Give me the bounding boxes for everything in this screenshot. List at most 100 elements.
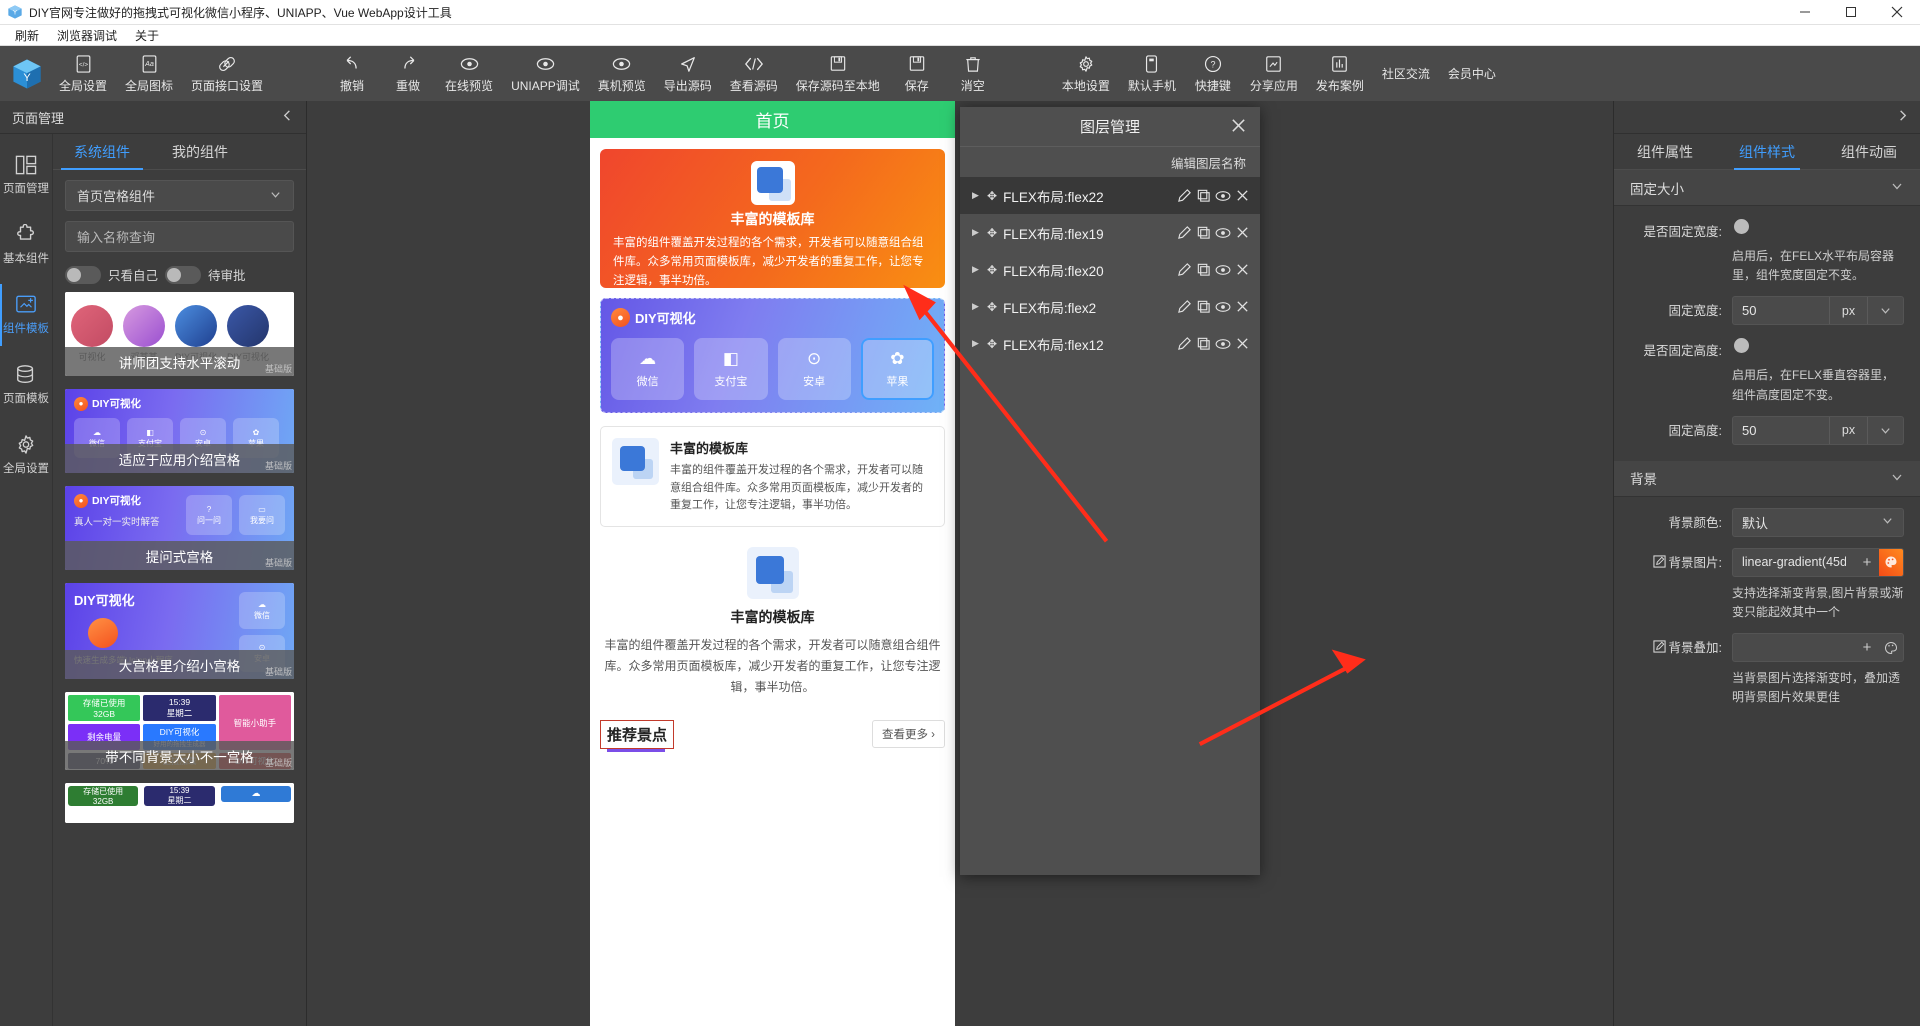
tool-undo[interactable]: 撤销	[324, 46, 380, 101]
edit-icon[interactable]	[1177, 262, 1192, 277]
background-color-select[interactable]: 默认	[1732, 507, 1904, 537]
fixed-height-input[interactable]	[1733, 416, 1829, 444]
layer-row[interactable]: ▶ ✥ FLEX布局:flex12	[960, 325, 1260, 362]
chevron-right-icon[interactable]: ▶	[972, 190, 981, 201]
move-icon[interactable]: ✥	[987, 263, 997, 277]
sidebar-item-component-templates[interactable]: 组件模板	[0, 280, 52, 350]
layer-row[interactable]: ▶ ✥ FLEX布局:flex20	[960, 251, 1260, 288]
palette-icon[interactable]	[1879, 548, 1903, 576]
grid-tile-android[interactable]: ⊙ 安卓	[777, 338, 851, 400]
eye-icon[interactable]	[1215, 264, 1231, 276]
copy-icon[interactable]	[1196, 188, 1211, 203]
move-icon[interactable]: ✥	[987, 337, 997, 351]
background-overlay-input[interactable]	[1733, 634, 1855, 662]
phone-preview-frame[interactable]: 首页 丰富的模板库 丰富的组件覆盖开发过程的各个需求，开发者可以随意组合组件库。…	[590, 101, 955, 1026]
palette-icon[interactable]	[1879, 634, 1903, 662]
move-icon[interactable]: ✥	[987, 226, 997, 240]
tool-clear[interactable]: 消空	[945, 46, 1001, 101]
edit-icon[interactable]	[1177, 336, 1192, 351]
link-member-center[interactable]: 会员中心	[1439, 46, 1505, 101]
tool-global-icons[interactable]: Aa 全局图标	[116, 46, 182, 101]
section-fixed-size[interactable]: 固定大小	[1614, 170, 1920, 206]
design-canvas[interactable]: 首页 丰富的模板库 丰富的组件覆盖开发过程的各个需求，开发者可以随意组合组件库。…	[307, 101, 1613, 1026]
add-icon[interactable]: +	[1855, 549, 1879, 576]
search-input[interactable]: 输入名称查询	[77, 227, 155, 246]
edit-icon[interactable]	[1652, 555, 1666, 568]
template-card[interactable]: 存储已使用 32GB 15:39 星期二 ☁	[65, 783, 294, 823]
section-background[interactable]: 背景	[1614, 460, 1920, 497]
chevron-right-icon[interactable]: ▶	[972, 264, 981, 275]
grid-tile-apple[interactable]: ✿ 苹果	[860, 338, 934, 400]
tool-save-source-local[interactable]: 保存源码至本地	[787, 46, 889, 101]
chevron-left-icon[interactable]	[281, 109, 294, 125]
chevron-right-icon[interactable]: ▶	[972, 338, 981, 349]
add-icon[interactable]: +	[1855, 634, 1879, 661]
tool-online-preview[interactable]: 在线预览	[436, 46, 502, 101]
tool-save[interactable]: 保存	[889, 46, 945, 101]
toggle-only-mine[interactable]	[65, 265, 101, 284]
menu-item-about[interactable]: 关于	[126, 25, 168, 46]
chevron-right-icon[interactable]: ▶	[972, 227, 981, 238]
sidebar-item-page-templates[interactable]: 页面模板	[0, 350, 52, 420]
chevron-right-icon[interactable]: ▶	[972, 301, 981, 312]
copy-icon[interactable]	[1196, 225, 1211, 240]
delete-icon[interactable]	[1235, 262, 1250, 277]
layer-row[interactable]: ▶ ✥ FLEX布局:flex22	[960, 177, 1260, 214]
tab-my-components[interactable]: 我的组件	[151, 134, 249, 169]
layer-row[interactable]: ▶ ✥ FLEX布局:flex19	[960, 214, 1260, 251]
template-card[interactable]: ● DIY可视化 真人一对一实时解答 ? 问一问 ▭ 我要问 提问式宫格 基础版	[65, 486, 294, 570]
tool-uniapp-debug[interactable]: UNIAPP调试	[502, 46, 589, 101]
eye-icon[interactable]	[1215, 227, 1231, 239]
category-select[interactable]: 首页宫格组件	[65, 180, 294, 211]
grid-tile-alipay[interactable]: ◧ 支付宝	[694, 338, 768, 400]
tab-system-components[interactable]: 系统组件	[53, 134, 151, 170]
template-list[interactable]: 可视化 邓某某 DIY可视化 DIY可视化 讲师团支持水平滚动 基础版	[53, 292, 306, 1026]
edit-icon[interactable]	[1652, 640, 1666, 653]
blue-grid-block[interactable]: ● DIY可视化 ☁ 微信 ◧ 支付宝 ⊙ 安卓 ✿ 苹果	[600, 298, 945, 413]
tool-redo[interactable]: 重做	[380, 46, 436, 101]
tool-default-phone[interactable]: 默认手机	[1119, 46, 1185, 101]
chevron-right-icon[interactable]	[1896, 109, 1909, 125]
copy-icon[interactable]	[1196, 299, 1211, 314]
template-card[interactable]: DIY可视化 快速生成多端Unipp小程序 ☁微信 ⊙安卓 大宫格里介绍小宫格	[65, 583, 294, 679]
edit-icon[interactable]	[1177, 188, 1192, 203]
tool-local-settings[interactable]: 本地设置	[1053, 46, 1119, 101]
copy-icon[interactable]	[1196, 262, 1211, 277]
template-card[interactable]: 存储已使用32GB 15:39星期二 智能小助手 剩余电量 DIY可视化好用的拖…	[65, 692, 294, 770]
maximize-button[interactable]	[1828, 0, 1874, 25]
tool-shortcuts[interactable]: ? 快捷键	[1185, 46, 1241, 101]
eye-icon[interactable]	[1215, 301, 1231, 313]
chevron-down-icon[interactable]	[1867, 297, 1903, 325]
view-more-button[interactable]: 查看更多 ›	[871, 720, 945, 749]
search-input-wrapper[interactable]: 输入名称查询	[65, 221, 294, 252]
tab-component-properties[interactable]: 组件属性	[1614, 134, 1716, 169]
tool-view-source[interactable]: 查看源码	[721, 46, 787, 101]
sidebar-item-global-settings[interactable]: 全局设置	[0, 420, 52, 490]
layer-row[interactable]: ▶ ✥ FLEX布局:flex2	[960, 288, 1260, 325]
chevron-down-icon[interactable]	[1867, 416, 1903, 444]
sidebar-item-basic-components[interactable]: 基本组件	[0, 210, 52, 280]
tool-publish-case[interactable]: 发布案例	[1307, 46, 1373, 101]
tool-device-preview[interactable]: 真机预览	[589, 46, 655, 101]
delete-icon[interactable]	[1235, 299, 1250, 314]
tool-share-app[interactable]: 分享应用	[1241, 46, 1307, 101]
minimize-button[interactable]	[1782, 0, 1828, 25]
template-card[interactable]: ● DIY可视化 ☁微信 ◧支付宝 ⊙安卓 ✿苹果 适应于应用介绍宫格	[65, 389, 294, 473]
grid-tile-wechat[interactable]: ☁ 微信	[611, 338, 685, 400]
close-icon[interactable]	[1230, 117, 1247, 137]
link-community[interactable]: 社区交流	[1373, 46, 1439, 101]
close-button[interactable]	[1874, 0, 1920, 25]
menu-item-refresh[interactable]: 刷新	[6, 25, 48, 46]
fixed-width-input[interactable]	[1733, 297, 1829, 325]
eye-icon[interactable]	[1215, 190, 1231, 202]
layer-management-dialog[interactable]: 图层管理 编辑图层名称 ▶ ✥ FLEX布局:flex22 ▶ ✥ FLEX布局…	[960, 107, 1260, 875]
sidebar-item-page-management[interactable]: 页面管理	[0, 140, 52, 210]
delete-icon[interactable]	[1235, 336, 1250, 351]
section-header[interactable]: 推荐景点 查看更多 ›	[600, 719, 945, 752]
edit-icon[interactable]	[1177, 225, 1192, 240]
hero-block[interactable]: 丰富的模板库 丰富的组件覆盖开发过程的各个需求，开发者可以随意组合组件库。众多常…	[600, 149, 945, 288]
tool-page-api-settings[interactable]: 页面接口设置	[182, 46, 272, 101]
background-image-input[interactable]	[1733, 548, 1855, 576]
move-icon[interactable]: ✥	[987, 189, 997, 203]
center-feature-block[interactable]: 丰富的模板库 丰富的组件覆盖开发过程的各个需求，开发者可以随意组合组件库。众多常…	[600, 546, 945, 698]
